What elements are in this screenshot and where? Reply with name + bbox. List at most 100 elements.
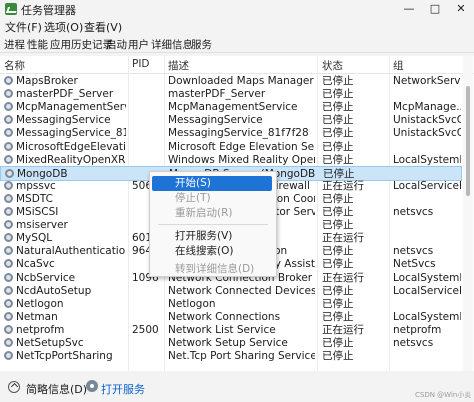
vertical-scrollbar[interactable]: [463, 56, 473, 371]
context-menu-item[interactable]: 转到详细信息(D): [152, 262, 272, 277]
cell-desc: McpManagementService: [168, 101, 298, 114]
column-header-group[interactable]: 组: [393, 58, 404, 73]
tab-details[interactable]: 详细信息: [151, 37, 193, 52]
cell-desc: masterPDF_Server: [168, 88, 266, 101]
cell-status: 已停止: [322, 245, 354, 258]
cell-group: LocalSystemN...: [393, 153, 461, 166]
column-header-status[interactable]: 状态: [322, 58, 343, 73]
cell-name: McpManagementService: [16, 101, 126, 114]
context-menu-item[interactable]: 在线搜索(O): [152, 244, 272, 259]
cell-name: MSiSCSI: [16, 206, 59, 218]
cell-name: NaturalAuthentication: [16, 245, 126, 258]
service-gear-icon: [4, 259, 13, 269]
tab-performance[interactable]: 性能: [27, 37, 48, 52]
service-gear-icon: [4, 298, 13, 308]
service-gear-icon: [4, 311, 13, 321]
cell-status: 已停止: [322, 337, 354, 349]
cell-desc: Microsoft Edge Elevation Service ...: [168, 140, 315, 153]
cell-status: 已停止: [322, 258, 354, 271]
service-gear-icon: [4, 246, 13, 256]
column-header-name[interactable]: 名称: [4, 58, 25, 73]
service-gear-icon: [4, 154, 13, 164]
cell-group: LocalSystemN...: [393, 310, 461, 323]
cell-group: netsvcs: [393, 245, 434, 258]
service-gear-icon: [4, 89, 13, 99]
watermark: CSDN @Win小炎: [415, 391, 472, 399]
scrollbar-thumb[interactable]: [466, 86, 470, 196]
context-menu-item[interactable]: 打开服务(V): [152, 229, 272, 244]
service-gear-icon: [4, 207, 13, 216]
cell-group: NetSvcs: [393, 258, 436, 271]
service-gear-icon: [4, 102, 13, 112]
menu-separator: [158, 224, 268, 225]
service-gear-icon: [4, 220, 13, 230]
cell-desc: Network Connections: [168, 310, 281, 323]
cell-status: 已停止: [322, 310, 354, 323]
cell-name: netprofm: [16, 323, 65, 336]
cell-name: MapsBroker: [16, 75, 78, 87]
cell-group: netprofm: [393, 323, 442, 336]
cell-name: MessagingService_81f7f28: [16, 127, 126, 140]
menu-options[interactable]: 选项(O): [44, 19, 83, 35]
title-bar: 任务管理器 — □ ✕: [0, 0, 474, 18]
cell-name: MSDTC: [16, 192, 53, 205]
menu-file[interactable]: 文件(F): [5, 19, 42, 35]
close-button[interactable]: ✕: [448, 0, 474, 18]
tab-startup[interactable]: 启动: [106, 37, 127, 52]
service-gear-icon: [4, 272, 13, 282]
service-gear-icon: [4, 193, 13, 203]
column-header-description[interactable]: 描述: [168, 58, 189, 73]
cell-status: 已停止: [322, 284, 354, 297]
cell-status: 已停止: [322, 114, 354, 127]
cell-group: LocalServiceN...: [393, 179, 461, 192]
context-menu-item[interactable]: 开始(S): [152, 176, 272, 191]
cell-status: 已停止: [322, 192, 354, 205]
cell-name: MixedRealityOpenXRSvc: [16, 153, 126, 166]
cell-group: LocalSystemN...: [393, 271, 461, 284]
brief-info-toggle[interactable]: 简略信息(D): [26, 381, 87, 397]
service-gear-icon: [4, 324, 13, 334]
cell-name: Netman: [16, 310, 58, 323]
tab-app-history[interactable]: 应用历史记录: [50, 37, 113, 52]
service-gear-icon: [4, 141, 13, 151]
cell-desc: Network List Service: [168, 323, 276, 336]
cell-group: UnistackSvcGr...: [393, 127, 461, 140]
cell-name: NcaSvc: [16, 258, 55, 271]
context-menu-item[interactable]: 停止(T): [152, 191, 272, 206]
cell-desc: Downloaded Maps Manager: [168, 75, 314, 87]
cell-name: MessagingService: [16, 114, 111, 127]
tab-users[interactable]: 用户: [128, 37, 149, 52]
table-header: 名称 PID 描述 状态 组: [0, 56, 474, 74]
cell-status: 正在运行: [322, 271, 364, 284]
cell-desc: MessagingService: [168, 114, 263, 127]
cell-name: NcbService: [16, 271, 76, 284]
cell-desc: Windows Mixed Reality OpenXR ...: [168, 153, 315, 166]
cell-desc: Network Setup Service: [168, 337, 288, 349]
cell-name: MicrosoftEdgeElevationServ...: [16, 140, 126, 153]
context-menu: 开始(S) 停止(T) 重新启动(R) 打开服务(V) 在线搜索(O) 转到详细信息(D): [149, 171, 277, 277]
cell-status: 已停止: [322, 88, 354, 101]
open-services-link[interactable]: 打开服务: [101, 381, 145, 397]
cell-status: 已停止: [322, 206, 354, 218]
cell-name: NcdAutoSetup: [16, 284, 92, 297]
cell-status: 已停止: [322, 75, 354, 87]
cell-name: mpssvc: [16, 179, 56, 192]
service-gear-icon: [4, 233, 13, 243]
cell-group: UnistackSvcGr...: [393, 114, 461, 127]
maximize-button[interactable]: □: [422, 0, 448, 18]
chevron-up-icon[interactable]: [8, 381, 20, 393]
cell-name: NetTcpPortSharing: [16, 350, 113, 363]
minimize-button[interactable]: —: [396, 0, 422, 18]
cell-status: 已停止: [322, 153, 354, 166]
menu-bar: 文件(F) 选项(O) 查看(V): [0, 18, 474, 35]
table-row[interactable]: NetTcpPortSharing Net.Tcp Port Sharing Se…: [0, 349, 462, 364]
tab-processes[interactable]: 进程: [4, 37, 25, 52]
tab-services[interactable]: 服务: [191, 37, 212, 52]
cell-pid: 2500: [132, 323, 159, 336]
service-gear-icon: [4, 128, 13, 138]
menu-view[interactable]: 查看(V): [84, 19, 122, 35]
status-bar: 简略信息(D) 打开服务: [0, 374, 474, 402]
cell-status: 正在运行: [322, 323, 364, 336]
column-header-pid[interactable]: PID: [132, 58, 150, 70]
context-menu-item[interactable]: 重新启动(R): [152, 206, 272, 221]
